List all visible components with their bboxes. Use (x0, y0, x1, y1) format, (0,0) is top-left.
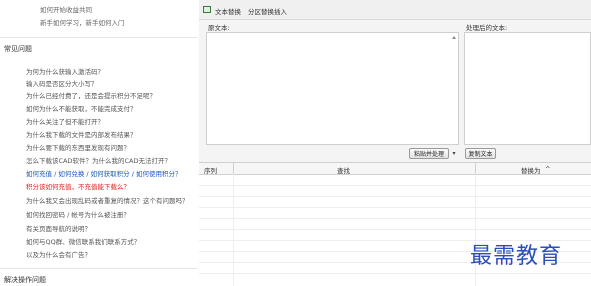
table-row[interactable] (199, 218, 591, 219)
table-row[interactable] (199, 196, 591, 197)
table-row[interactable] (199, 229, 591, 230)
faq-section-title: 常见问题 (4, 45, 32, 53)
tab-bar: 文本替换 分区替换插入 (199, 0, 591, 20)
sort-indicator-icon[interactable]: ^ (545, 165, 550, 173)
faq-item[interactable]: 以及为什么会有广告？ (26, 249, 91, 259)
faq-item[interactable]: 如何为什么不能获取，不能完成支付？ (26, 103, 137, 113)
divider (0, 268, 197, 269)
faq-item[interactable]: 为什么已经付费了，还是会提示积分不足呢？ (26, 90, 156, 100)
result-textarea[interactable] (464, 32, 591, 145)
faq-item-highlight-red[interactable]: 积分该如何充值，不充值能下载么？ (26, 181, 130, 191)
column-separator (475, 163, 476, 174)
faq-item[interactable]: 为什么要下载的东西里发现有问题？ (26, 142, 130, 152)
faq-item-highlight-blue[interactable]: 如何充值 / 如何兑换 / 如何获取积分 / 如何使用积分？ (26, 168, 181, 178)
column-line (233, 174, 234, 286)
column-header-replace[interactable]: 替换为 (521, 165, 541, 175)
faq-sidebar: 如何开始收益共同 新手如何学习，新手如何入门 常见问题 为何为什么获输入激活码？… (0, 0, 197, 285)
source-text-label: 原文本: (208, 24, 230, 32)
paste-process-button[interactable]: 粘贴并处理 (409, 148, 449, 159)
table-row[interactable] (199, 185, 591, 186)
tab-text-replace[interactable]: 文本替换 (215, 6, 241, 16)
text-tool-icon (203, 6, 211, 13)
table-row[interactable] (199, 273, 591, 274)
faq-item[interactable]: 输入码是否区分大小写？ (26, 78, 98, 88)
top-link-beginner[interactable]: 新手如何学习，新手如何入门 (40, 17, 125, 27)
result-text-label: 处理后的文本: (466, 24, 508, 32)
divider (0, 37, 197, 38)
chevron-down-icon[interactable]: ▾ (450, 148, 458, 159)
faq-item[interactable]: 如何找回密码 / 帐号为什么被注册？ (26, 209, 130, 219)
faq-item[interactable]: 有关页面导航的说明？ (26, 223, 91, 233)
table-row[interactable] (199, 207, 591, 208)
column-separator (233, 163, 234, 174)
column-header-find[interactable]: 查找 (337, 165, 350, 175)
table-header: 序列 查找 替换为 ^ (199, 163, 591, 175)
watermark-logo: 最需教育 (470, 244, 563, 269)
faq-item[interactable]: 为什么关注了但不能打开？ (26, 116, 104, 126)
source-textarea[interactable] (206, 32, 459, 145)
faq-item[interactable]: 怎么下载该CAD软件？为什么我的CAD无法打开？ (26, 155, 171, 165)
faq-item[interactable]: 为何为什么获输入激活码？ (26, 66, 104, 76)
column-header-index[interactable]: 序列 (204, 165, 217, 175)
faq-item[interactable]: 如何与QQ群、微信联系我们联系方式？ (26, 236, 140, 246)
top-link-start[interactable]: 如何开始收益共同 (40, 4, 92, 14)
section2-title: 解决操作问题 (4, 276, 46, 284)
scroll-up-icon[interactable] (452, 36, 456, 39)
tab-section-insert[interactable]: 分区替换插入 (248, 6, 287, 16)
faq-item[interactable]: 为什么我又会出现乱码或者重复的情况？这个有问题吗？ (26, 195, 189, 205)
copy-text-button[interactable]: 复制文本 (465, 148, 496, 159)
faq-item[interactable]: 为什么我下载的文件是内部发布结果？ (26, 129, 137, 139)
